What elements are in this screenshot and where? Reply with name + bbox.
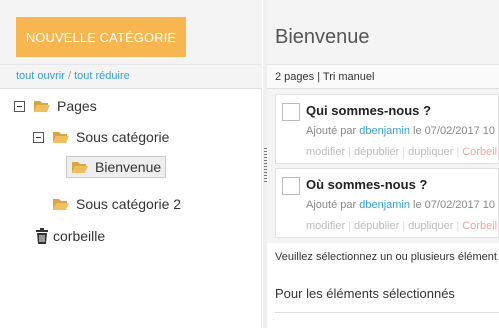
tree-node-trash[interactable]: corbeille [35,224,105,248]
page-card[interactable]: Où sommes-nous ? Ajouté par dbenjamin le… [275,168,499,238]
pages-summary: 2 pages | Tri manuel [267,64,499,89]
page-card-actions: modifier | dépublier | dupliquer | Corbeil [306,146,497,158]
page-card-meta: Ajouté par dbenjamin le 07/02/2017 10 [306,199,495,211]
tree-node-bienvenue[interactable]: Bienvenue [66,155,167,179]
collapse-all-link[interactable]: tout réduire [74,70,130,82]
trash-link[interactable]: Corbeil [462,220,497,232]
date-label: le 07/02/2017 10 [413,125,496,137]
new-category-button[interactable]: NOUVELLE CATÉGORIE [16,17,186,57]
added-by-label: Ajouté par [306,199,357,211]
page-card-title[interactable]: Qui sommes-nous ? [306,103,431,118]
separator: | [348,146,351,158]
collapse-toggle-icon[interactable] [14,100,25,112]
tree-node-label: Bienvenue [95,159,162,175]
date-label: le 07/02/2017 10 [413,199,496,211]
author-link[interactable]: dbenjamin [359,125,410,137]
divider [275,312,499,313]
page-card-meta: Ajouté par dbenjamin le 07/02/2017 10 [306,125,495,137]
tree-node-label: Pages [57,98,97,114]
separator: | [456,146,460,158]
collapse-toggle-icon[interactable] [33,131,44,143]
folder-open-icon [53,199,69,210]
folder-open-icon [72,162,88,173]
page-card-title[interactable]: Où sommes-nous ? [306,177,427,192]
tree-node-sous-categorie[interactable]: Sous catégorie [33,125,169,149]
select-checkbox[interactable] [282,177,300,195]
category-toolbar: NOUVELLE CATÉGORIE [0,0,262,64]
folder-open-icon [53,132,69,143]
expand-all-link[interactable]: tout ouvrir [16,70,65,82]
page-card[interactable]: Qui sommes-nous ? Ajouté par dbenjamin l… [275,94,499,164]
page-title: Bienvenue [267,0,499,64]
separator: | [348,220,351,232]
select-checkbox[interactable] [282,103,300,121]
tree-node-sous-categorie-2[interactable]: Sous catégorie 2 [52,192,181,216]
separator: | [402,220,406,232]
bulk-actions-label: Pour les éléments sélectionnés [275,286,455,301]
tree-node-label: corbeille [53,228,106,244]
tree-controls-separator: / [67,70,72,82]
author-link[interactable]: dbenjamin [359,199,410,211]
bulk-actions: Pour les éléments sélectionnés [267,262,499,328]
trash-icon [36,228,48,244]
tree-node-pages[interactable]: Pages [14,94,97,118]
separator: | [456,220,460,232]
folder-open-icon [34,101,50,112]
page-card-actions: modifier | dépublier | dupliquer | Corbeil [306,220,497,232]
duplicate-link[interactable]: dupliquer [408,220,453,232]
selected-node[interactable]: Bienvenue [66,156,167,178]
tree-controls: tout ouvrir / tout réduire [0,64,262,89]
trash-link[interactable]: Corbeil [462,146,497,158]
separator: | [402,146,406,158]
added-by-label: Ajouté par [306,125,357,137]
pages-panel: Bienvenue 2 pages | Tri manuel Qui somme… [267,0,499,328]
edit-link[interactable]: modifier [306,146,345,158]
tree-node-label: Sous catégorie 2 [76,196,182,212]
edit-link[interactable]: modifier [306,220,345,232]
unpublish-link[interactable]: dépublier [354,220,399,232]
tree-node-label: Sous catégorie [76,129,170,145]
category-panel: NOUVELLE CATÉGORIE tout ouvrir / tout ré… [0,0,262,328]
duplicate-link[interactable]: dupliquer [408,146,453,158]
unpublish-link[interactable]: dépublier [354,146,399,158]
